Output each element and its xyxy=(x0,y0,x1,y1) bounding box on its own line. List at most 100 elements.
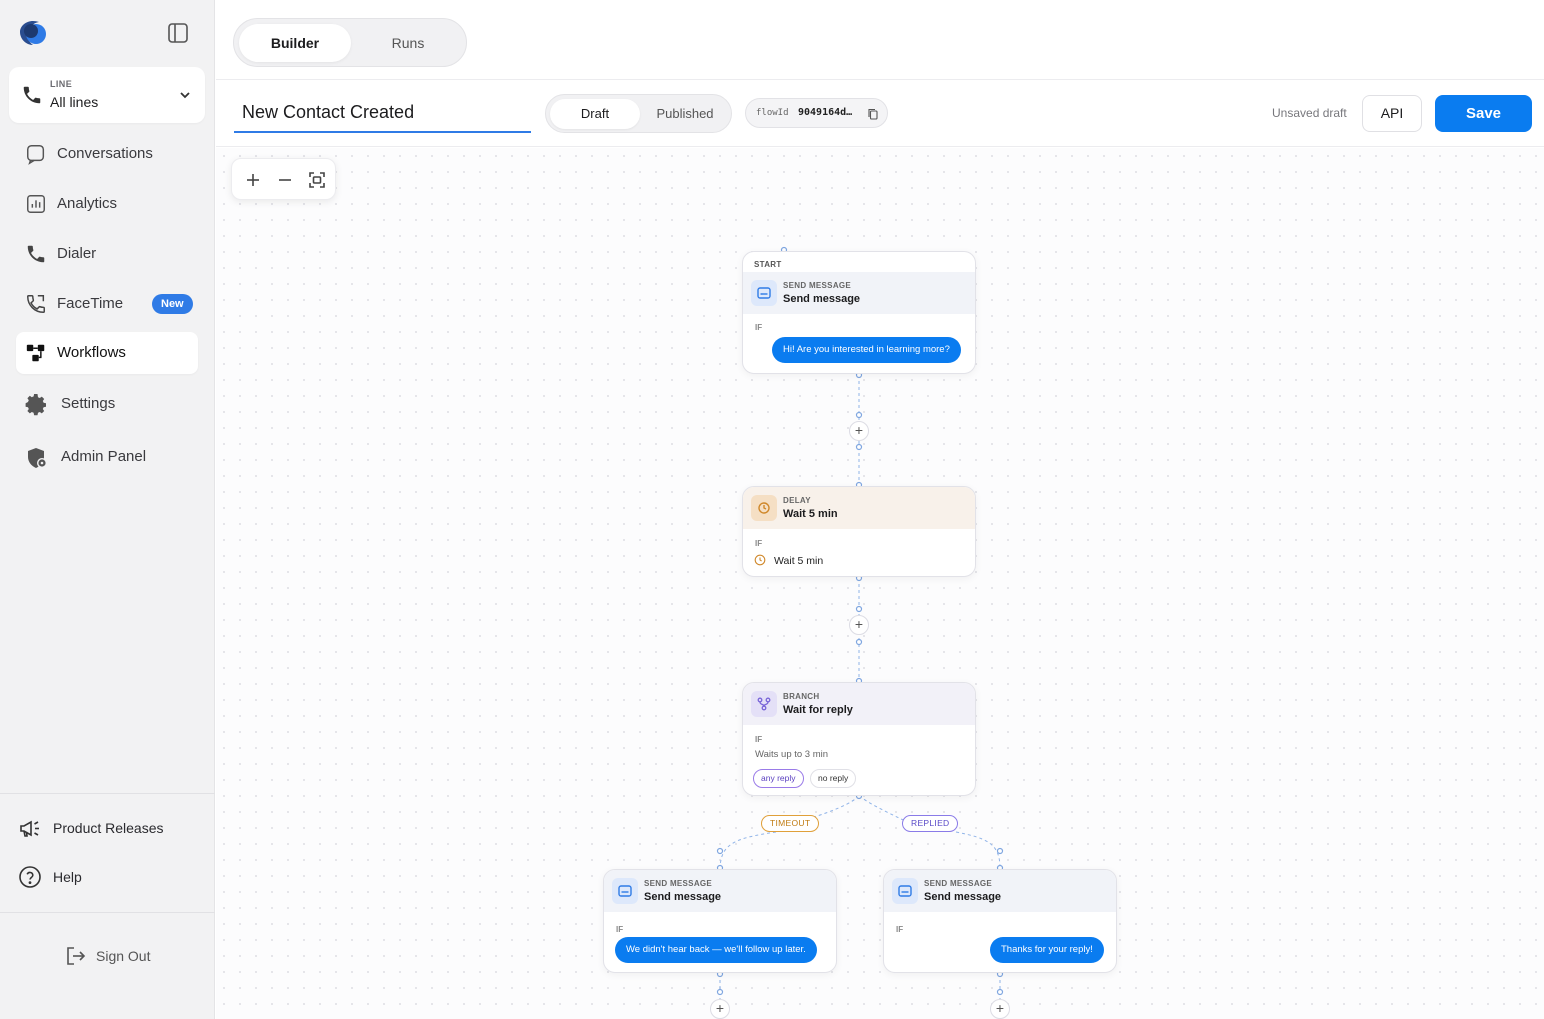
sidebar-item-analytics[interactable]: Analytics xyxy=(16,183,198,225)
no-reply-chip[interactable]: no reply xyxy=(810,769,857,788)
line-selector[interactable]: LINE All lines xyxy=(9,67,205,123)
flow-id-chip[interactable]: flowId 9049164d… xyxy=(745,98,888,128)
api-button[interactable]: API xyxy=(1362,95,1422,132)
node-title: Send message xyxy=(644,891,722,903)
sign-out-label: Sign Out xyxy=(96,948,151,964)
message-icon xyxy=(612,878,638,904)
delay-icon xyxy=(751,495,777,521)
add-step-button[interactable]: + xyxy=(990,999,1010,1019)
node-header: BRANCH Wait for reply xyxy=(743,683,975,725)
clock-icon xyxy=(754,554,766,566)
delay-detail: Wait 5 min xyxy=(774,555,824,567)
node-kind: SEND MESSAGE xyxy=(924,879,993,888)
sidebar-item-label: Analytics xyxy=(57,195,118,212)
chevron-down-icon xyxy=(180,92,190,99)
timeout-message-node[interactable]: SEND MESSAGE Send message IF We didn't h… xyxy=(603,869,837,973)
message-icon xyxy=(751,280,777,306)
sidebar-item-label: FaceTime xyxy=(57,295,124,312)
line-value: All lines xyxy=(50,94,99,110)
product-releases-label: Product Releases xyxy=(53,820,164,836)
node-kind: SEND MESSAGE xyxy=(783,281,852,290)
replied-message-node[interactable]: SEND MESSAGE Send message IF Thanks for … xyxy=(883,869,1117,973)
flow-name-input[interactable]: New Contact Created xyxy=(234,93,531,133)
sidebar: LINE All lines Conversations Analytics D… xyxy=(0,0,215,1019)
add-step-button[interactable]: + xyxy=(849,421,869,441)
branch-icon xyxy=(751,691,777,717)
unsaved-status: Unsaved draft xyxy=(1272,106,1347,120)
sidebar-item-label: Workflows xyxy=(57,344,126,361)
product-releases-link[interactable]: Product Releases xyxy=(18,813,198,843)
sidebar-item-dialer[interactable]: Dialer xyxy=(16,233,198,275)
sidebar-item-label: Conversations xyxy=(57,145,153,162)
node-header: SEND MESSAGE Send message xyxy=(884,870,1116,912)
phone-icon xyxy=(27,245,45,263)
top-bar: Builder Runs xyxy=(216,0,1544,80)
message-icon xyxy=(892,878,918,904)
copy-icon[interactable] xyxy=(867,108,879,120)
phone-icon xyxy=(23,86,41,104)
any-reply-chip[interactable]: any reply xyxy=(753,769,804,788)
gear-icon xyxy=(25,394,46,416)
add-step-button[interactable]: + xyxy=(849,615,869,635)
sign-out-button[interactable]: Sign Out xyxy=(64,941,164,971)
add-step-button[interactable]: + xyxy=(710,999,730,1019)
sidebar-item-label: Admin Panel xyxy=(61,448,147,465)
workflow-icon xyxy=(26,344,45,362)
tab-runs[interactable]: Runs xyxy=(355,24,461,62)
help-label: Help xyxy=(53,869,82,885)
node-title: Wait for reply xyxy=(783,704,853,716)
facetime-icon xyxy=(27,295,45,313)
sidebar-divider xyxy=(0,793,215,794)
node-header: SEND MESSAGE Send message xyxy=(604,870,836,912)
node-kind: SEND MESSAGE xyxy=(644,879,713,888)
sidebar-item-label: Dialer xyxy=(57,245,97,262)
start-node[interactable]: START SEND MESSAGE Send message IF Hi! A… xyxy=(742,251,976,374)
if-label: IF xyxy=(755,323,763,332)
node-title: Send message xyxy=(924,891,1002,903)
node-title: Send message xyxy=(783,293,861,305)
shield-icon xyxy=(28,448,47,468)
branch-detail: Waits up to 3 min xyxy=(755,749,829,760)
sidebar-item-workflows[interactable]: Workflows xyxy=(16,332,198,374)
sidebar-item-admin-panel[interactable]: Admin Panel xyxy=(16,436,198,478)
tab-builder[interactable]: Builder xyxy=(239,24,351,62)
flow-id-value: 9049164d… xyxy=(798,107,853,118)
sidebar-item-settings[interactable]: Settings xyxy=(16,383,198,425)
app-logo[interactable] xyxy=(18,18,48,48)
timeout-edge-label: TIMEOUT xyxy=(761,815,820,832)
message-bubble: Thanks for your reply! xyxy=(990,937,1104,963)
sidebar-item-conversations[interactable]: Conversations xyxy=(16,133,198,175)
node-title: Wait 5 min xyxy=(783,508,838,520)
save-button[interactable]: Save xyxy=(1435,95,1532,132)
tab-published[interactable]: Published xyxy=(642,99,728,129)
chat-bubble-icon xyxy=(27,145,45,165)
message-bubble: Hi! Are you interested in learning more? xyxy=(772,337,961,363)
node-header: SEND MESSAGE Send message xyxy=(743,272,975,314)
flow-header: New Contact Created Draft Published flow… xyxy=(216,81,1544,147)
message-bubble: We didn't hear back — we'll follow up la… xyxy=(615,937,817,963)
view-tabs: Builder Runs xyxy=(233,18,467,67)
megaphone-icon xyxy=(20,820,39,837)
node-kind: BRANCH xyxy=(783,692,820,701)
sidebar-toggle-icon[interactable] xyxy=(166,21,190,45)
delay-node[interactable]: DELAY Wait 5 min IF Wait 5 min xyxy=(742,486,976,577)
branch-node[interactable]: BRANCH Wait for reply IF Waits up to 3 m… xyxy=(742,682,976,796)
sidebar-item-facetime[interactable]: FaceTime New xyxy=(16,283,198,325)
new-badge: New xyxy=(152,294,193,314)
line-label: LINE xyxy=(50,79,73,89)
if-label: IF xyxy=(755,735,763,744)
flow-id-key: flowId xyxy=(756,108,789,118)
if-label: IF xyxy=(755,539,763,548)
help-circle-icon xyxy=(19,866,41,888)
status-tabs: Draft Published xyxy=(545,94,732,133)
help-link[interactable]: Help xyxy=(18,862,198,892)
sidebar-item-label: Settings xyxy=(61,395,116,412)
node-kind: DELAY xyxy=(783,496,811,505)
if-label: IF xyxy=(616,925,624,934)
node-header: DELAY Wait 5 min xyxy=(743,487,975,529)
workflow-canvas[interactable]: START SEND MESSAGE Send message IF Hi! A… xyxy=(216,148,1544,1019)
start-label: START xyxy=(754,260,782,269)
bar-chart-icon xyxy=(27,195,45,213)
tab-draft[interactable]: Draft xyxy=(550,99,640,129)
sidebar-divider xyxy=(0,912,215,913)
